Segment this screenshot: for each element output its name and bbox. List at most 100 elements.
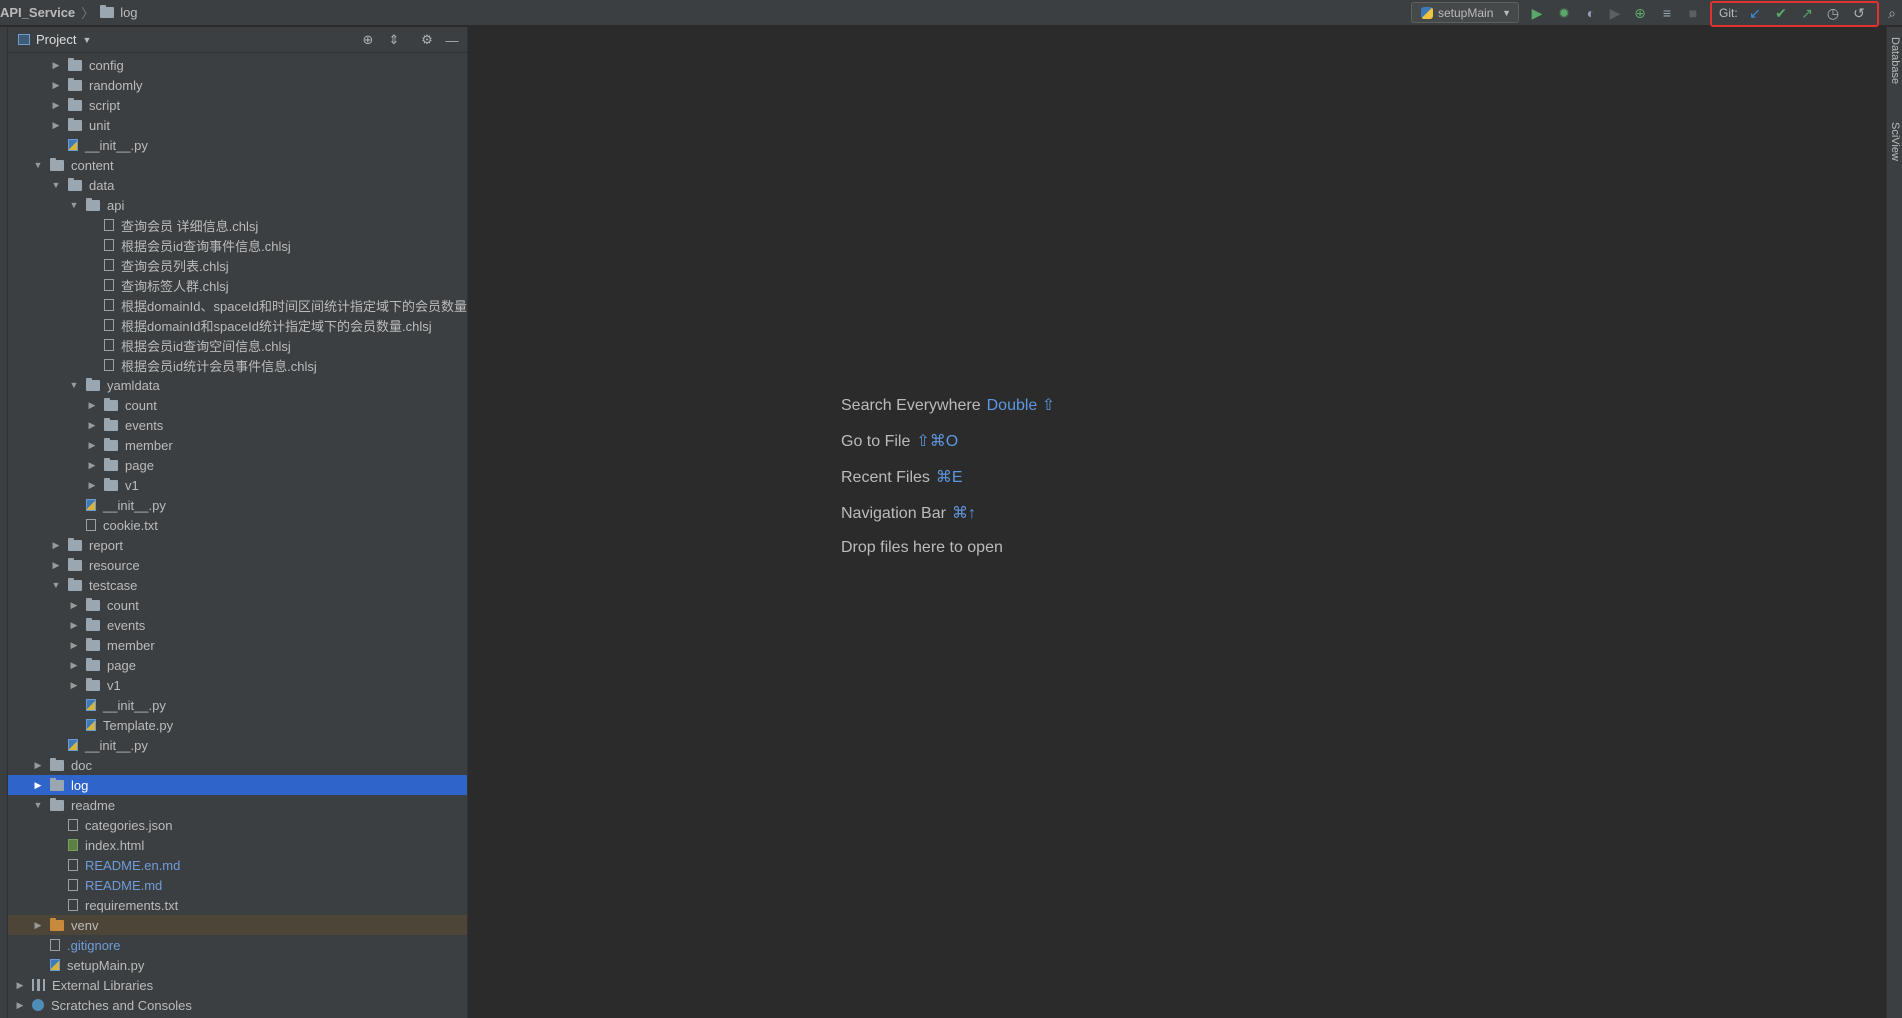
chevron-right-icon[interactable]: ▶	[14, 980, 26, 991]
chevron-right-icon[interactable]: ▶	[50, 120, 62, 131]
tree-row[interactable]: ▶ unit	[8, 115, 467, 135]
chevron-down-icon[interactable]: ▼	[68, 380, 80, 390]
tree-row[interactable]: .gitignore	[8, 935, 467, 955]
tree-row[interactable]: ▶ count	[8, 595, 467, 615]
git-rollback-icon[interactable]: ↺	[1851, 5, 1867, 21]
tree-row[interactable]: __init__.py	[8, 735, 467, 755]
tree-row[interactable]: __init__.py	[8, 695, 467, 715]
attach-icon[interactable]: ⊕	[1632, 5, 1648, 21]
tree-row[interactable]: ▶ member	[8, 435, 467, 455]
tree-row[interactable]: ▶ log	[8, 775, 467, 795]
git-history-icon[interactable]: ◷	[1825, 5, 1841, 21]
gear-icon[interactable]: ⚙	[419, 32, 435, 48]
chevron-right-icon[interactable]: ▶	[68, 600, 80, 611]
tree-row[interactable]: requirements.txt	[8, 895, 467, 915]
tree-row[interactable]: 根据会员id查询事件信息.chlsj	[8, 235, 467, 255]
chevron-right-icon[interactable]: ▶	[50, 540, 62, 551]
tree-row[interactable]: ▼ readme	[8, 795, 467, 815]
tree-row[interactable]: 查询会员列表.chlsj	[8, 255, 467, 275]
tree-row[interactable]: ▶ venv	[8, 915, 467, 935]
chevron-right-icon[interactable]: ▶	[50, 80, 62, 91]
run-icon[interactable]: ▶	[1529, 5, 1545, 21]
tree-row[interactable]: ▶ events	[8, 415, 467, 435]
breadcrumb-project[interactable]: API_Service	[0, 5, 75, 20]
chevron-right-icon[interactable]: ▶	[68, 660, 80, 671]
tree-row[interactable]: ▼ api	[8, 195, 467, 215]
tree-row[interactable]: 根据会员id统计会员事件信息.chlsj	[8, 355, 467, 375]
tree-row[interactable]: 根据domainId、spaceId和时间区间统计指定域下的会员数量	[8, 295, 467, 315]
project-panel-title[interactable]: Project	[36, 32, 76, 47]
tree-row[interactable]: 查询会员 详细信息.chlsj	[8, 215, 467, 235]
tree-row[interactable]: ▶ count	[8, 395, 467, 415]
chevron-right-icon[interactable]: ▶	[86, 480, 98, 491]
chevron-down-icon[interactable]: ▼	[32, 160, 44, 170]
tree-row[interactable]: ▶ member	[8, 635, 467, 655]
tree-row[interactable]: ▶ events	[8, 615, 467, 635]
chevron-right-icon[interactable]: ▶	[86, 420, 98, 431]
chevron-down-icon[interactable]: ▼	[32, 800, 44, 810]
coverage-icon[interactable]: ◐	[1583, 5, 1599, 21]
chevron-right-icon[interactable]: ▶	[32, 780, 44, 791]
chevron-right-icon[interactable]: ▶	[68, 640, 80, 651]
tree-row[interactable]: ▼ content	[8, 155, 467, 175]
tree-row[interactable]: ▶ script	[8, 95, 467, 115]
tree-row[interactable]: README.md	[8, 875, 467, 895]
chevron-right-icon[interactable]: ▶	[50, 100, 62, 111]
tree-row[interactable]: ▶ External Libraries	[8, 975, 467, 995]
tree-row[interactable]: 根据domainId和spaceId统计指定域下的会员数量.chlsj	[8, 315, 467, 335]
collapse-all-icon[interactable]: ⇕	[386, 32, 402, 48]
tree-row[interactable]: Template.py	[8, 715, 467, 735]
tree-row[interactable]: ▶ randomly	[8, 75, 467, 95]
debug-icon[interactable]: ✹	[1556, 5, 1572, 21]
build-icon[interactable]: ≡	[1659, 5, 1675, 21]
chevron-right-icon[interactable]: ▶	[86, 460, 98, 471]
chevron-right-icon[interactable]: ▶	[50, 560, 62, 571]
tree-row[interactable]: ▶ Scratches and Consoles	[8, 995, 467, 1015]
tree-row[interactable]: ▶ v1	[8, 475, 467, 495]
tree-row[interactable]: ▶ v1	[8, 675, 467, 695]
tree-row[interactable]: __init__.py	[8, 135, 467, 155]
hide-icon[interactable]: —	[444, 32, 460, 48]
tree-row[interactable]: index.html	[8, 835, 467, 855]
tree-row[interactable]: 根据会员id查询空间信息.chlsj	[8, 335, 467, 355]
tree-row[interactable]: README.en.md	[8, 855, 467, 875]
tree-row[interactable]: 查询标签人群.chlsj	[8, 275, 467, 295]
stop-icon[interactable]: ■	[1685, 5, 1701, 21]
chevron-right-icon[interactable]: ▶	[86, 440, 98, 451]
tree-row[interactable]: ▼ testcase	[8, 575, 467, 595]
tree-row[interactable]: ▼ data	[8, 175, 467, 195]
tree-row[interactable]: ▶ page	[8, 655, 467, 675]
tree-row[interactable]: ▶ config	[8, 55, 467, 75]
tree-row[interactable]: ▶ doc	[8, 755, 467, 775]
chevron-right-icon[interactable]: ▶	[86, 400, 98, 411]
chevron-right-icon[interactable]: ▶	[50, 60, 62, 71]
editor-empty-area[interactable]: Search Everywhere Double ⇧ Go to File ⇧⌘O Re…	[469, 27, 1886, 1018]
database-tool-button[interactable]: Database	[1889, 37, 1901, 84]
chevron-down-icon[interactable]: ▼	[50, 180, 62, 190]
locate-icon[interactable]: ⊕	[360, 32, 376, 48]
chevron-down-icon[interactable]: ▼	[50, 580, 62, 590]
run-configuration-select[interactable]: setupMain ▼	[1411, 2, 1519, 23]
sciview-tool-button[interactable]: SciView	[1889, 122, 1901, 161]
git-update-icon[interactable]: ↙	[1747, 5, 1763, 21]
chevron-right-icon[interactable]: ▶	[32, 920, 44, 931]
chevron-down-icon[interactable]: ▼	[82, 35, 91, 45]
profile-icon[interactable]: ▶	[1607, 5, 1623, 21]
tree-row[interactable]: setupMain.py	[8, 955, 467, 975]
tree-row[interactable]: ▶ resource	[8, 555, 467, 575]
chevron-right-icon[interactable]: ▶	[68, 680, 80, 691]
tree-row[interactable]: ▼ yamldata	[8, 375, 467, 395]
chevron-right-icon[interactable]: ▶	[32, 760, 44, 771]
breadcrumb-folder[interactable]: log	[120, 5, 137, 20]
chevron-down-icon[interactable]: ▼	[68, 200, 80, 210]
search-icon[interactable]: ⌕	[1884, 5, 1900, 21]
chevron-right-icon[interactable]: ▶	[68, 620, 80, 631]
git-push-icon[interactable]: ↗	[1799, 5, 1815, 21]
git-commit-icon[interactable]: ✔	[1773, 5, 1789, 21]
tree-row[interactable]: ▶ report	[8, 535, 467, 555]
tree-row[interactable]: cookie.txt	[8, 515, 467, 535]
tree-row[interactable]: __init__.py	[8, 495, 467, 515]
chevron-right-icon[interactable]: ▶	[14, 1000, 26, 1011]
tree-row[interactable]: categories.json	[8, 815, 467, 835]
tree-row[interactable]: ▶ page	[8, 455, 467, 475]
